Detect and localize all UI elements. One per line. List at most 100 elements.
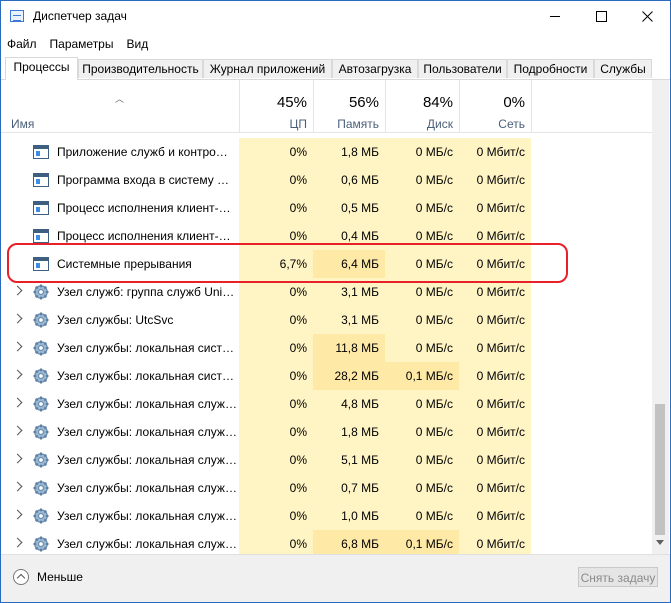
footer-bar: Меньше Снять задачу [1, 554, 670, 602]
disk-value: 0 МБ/с [385, 474, 459, 502]
disk-value: 0 МБ/с [385, 138, 459, 166]
cpu-value: 0% [239, 194, 313, 222]
table-row[interactable]: Узел службы: UtcSvc 0% 3,1 МБ 0 МБ/с 0 Мбит/… [1, 306, 652, 334]
table-row[interactable]: Процесс исполнения клиент-… 0% 0,4 МБ 0 МБ/… [1, 222, 652, 250]
process-rows: Приложение служб и контро… 0% 1,8 МБ 0 МБ/с… [1, 138, 652, 554]
table-row[interactable]: Узел службы: локальная служ… 0% 1,0 МБ 0 МБ… [1, 502, 652, 530]
process-name: Процесс исполнения клиент-… [57, 229, 231, 243]
table-row[interactable]: Процесс исполнения клиент-… 0% 0,5 МБ 0 МБ/… [1, 194, 652, 222]
table-header: ︿ Имя 45% ЦП 56% Память 84% Диск 0% Сеть [1, 80, 652, 133]
network-total: 0% [503, 94, 525, 111]
end-task-button[interactable]: Снять задачу [578, 567, 658, 587]
process-name: Узел службы: локальная сист… [57, 369, 234, 383]
tab-bar: Процессы Производительность Журнал прило… [1, 57, 670, 80]
table-row[interactable]: Узел службы: локальная служ… 0% 0,7 МБ 0 МБ… [1, 474, 652, 502]
column-header-cpu[interactable]: 45% ЦП [239, 80, 313, 132]
disk-value: 0 МБ/с [385, 222, 459, 250]
cpu-value: 0% [239, 530, 313, 554]
table-row[interactable]: Системные прерывания 6,7% 6,4 МБ 0 МБ/с 0 Мб… [1, 250, 652, 278]
tab-startup[interactable]: Автозагрузка [332, 59, 418, 78]
close-icon [641, 11, 653, 22]
table-row[interactable]: Программа входа в систему … 0% 0,6 МБ 0 МБ/… [1, 166, 652, 194]
memory-value: 5,1 МБ [313, 446, 385, 474]
cpu-value: 0% [239, 166, 313, 194]
process-name: Узел службы: локальная служ… [57, 453, 237, 467]
process-name: Системные прерывания [57, 257, 192, 271]
window-title: Диспетчер задач [33, 9, 127, 23]
menu-options[interactable]: Параметры [44, 35, 121, 53]
process-name: Узел службы: локальная служ… [57, 397, 237, 411]
table-row[interactable]: Узел служб: группа служб Uni… 0% 3,1 МБ 0 М… [1, 278, 652, 306]
task-manager-icon [10, 10, 24, 22]
disk-value: 0 МБ/с [385, 502, 459, 530]
vertical-scrollbar[interactable] [652, 80, 669, 554]
cpu-value: 6,7% [239, 250, 313, 278]
process-name: Узел службы: локальная служ… [57, 537, 237, 551]
disk-total: 84% [422, 94, 453, 111]
disk-value: 0 МБ/с [385, 334, 459, 362]
network-value: 0 Мбит/с [459, 306, 531, 334]
memory-value: 0,7 МБ [313, 474, 385, 502]
memory-value: 28,2 МБ [313, 362, 385, 390]
tab-services[interactable]: Службы [594, 59, 652, 78]
process-name: Узел служб: группа служб Uni… [57, 285, 235, 299]
column-header-name[interactable]: ︿ Имя [1, 80, 239, 132]
disk-value: 0 МБ/с [385, 446, 459, 474]
network-value: 0 Мбит/с [459, 250, 531, 278]
close-button[interactable] [624, 1, 670, 32]
column-header-empty [531, 80, 652, 132]
tab-details[interactable]: Подробности [507, 59, 594, 78]
disk-value: 0,1 МБ/с [385, 362, 459, 390]
cpu-value: 0% [239, 446, 313, 474]
disk-value: 0 МБ/с [385, 390, 459, 418]
fewer-details-button[interactable]: Меньше [13, 567, 83, 587]
disk-value: 0 МБ/с [385, 166, 459, 194]
memory-total: 56% [348, 94, 379, 111]
maximize-button[interactable] [578, 1, 624, 32]
memory-value: 4,8 МБ [313, 390, 385, 418]
column-header-network[interactable]: 0% Сеть [459, 80, 531, 132]
cpu-value: 0% [239, 138, 313, 166]
column-label-name: Имя [11, 117, 35, 131]
cpu-value: 0% [239, 306, 313, 334]
memory-value: 0,6 МБ [313, 166, 385, 194]
cpu-value: 0% [239, 278, 313, 306]
memory-value: 3,1 МБ [313, 306, 385, 334]
network-value: 0 Мбит/с [459, 502, 531, 530]
memory-value: 1,8 МБ [313, 138, 385, 166]
menu-file[interactable]: Файл [1, 35, 44, 53]
disk-value: 0,1 МБ/с [385, 530, 459, 554]
tab-performance[interactable]: Производительность [78, 59, 203, 78]
disk-value: 0 МБ/с [385, 194, 459, 222]
table-row[interactable]: Узел службы: локальная служ… 0% 5,1 МБ 0 МБ… [1, 446, 652, 474]
minimize-button[interactable] [532, 1, 578, 32]
menu-view[interactable]: Вид [120, 35, 155, 53]
column-header-disk[interactable]: 84% Диск [385, 80, 459, 132]
table-row[interactable]: Узел службы: локальная сист… 0% 28,2 МБ 0,1… [1, 362, 652, 390]
network-value: 0 Мбит/с [459, 362, 531, 390]
table-row[interactable]: Узел службы: локальная служ… 0% 1,8 МБ 0 МБ… [1, 418, 652, 446]
tab-processes[interactable]: Процессы [5, 57, 78, 80]
memory-value: 0,5 МБ [313, 194, 385, 222]
menu-bar: Файл Параметры Вид [1, 35, 155, 53]
process-name: Узел службы: локальная служ… [57, 425, 237, 439]
memory-value: 1,0 МБ [313, 502, 385, 530]
cpu-value: 0% [239, 362, 313, 390]
process-name: Узел службы: локальная служ… [57, 509, 237, 523]
network-value: 0 Мбит/с [459, 418, 531, 446]
memory-value: 3,1 МБ [313, 278, 385, 306]
table-row[interactable]: Узел службы: локальная служ… 0% 4,8 МБ 0 МБ… [1, 390, 652, 418]
network-value: 0 Мбит/с [459, 166, 531, 194]
table-row[interactable]: Узел службы: локальная служ… 0% 6,8 МБ 0,1 … [1, 530, 652, 554]
title-bar: Диспетчер задач [1, 1, 670, 33]
process-name: Узел службы: локальная сист… [57, 341, 234, 355]
table-row[interactable]: Приложение служб и контро… 0% 1,8 МБ 0 МБ/с… [1, 138, 652, 166]
table-row[interactable]: Узел службы: локальная сист… 0% 11,8 МБ 0 М… [1, 334, 652, 362]
scroll-down-arrow-icon[interactable] [656, 540, 664, 545]
scrollbar-thumb[interactable] [655, 404, 665, 535]
network-value: 0 Мбит/с [459, 278, 531, 306]
tab-users[interactable]: Пользователи [418, 59, 507, 78]
column-header-memory[interactable]: 56% Память [313, 80, 385, 132]
tab-app-history[interactable]: Журнал приложений [203, 59, 332, 78]
memory-value: 11,8 МБ [313, 334, 385, 362]
